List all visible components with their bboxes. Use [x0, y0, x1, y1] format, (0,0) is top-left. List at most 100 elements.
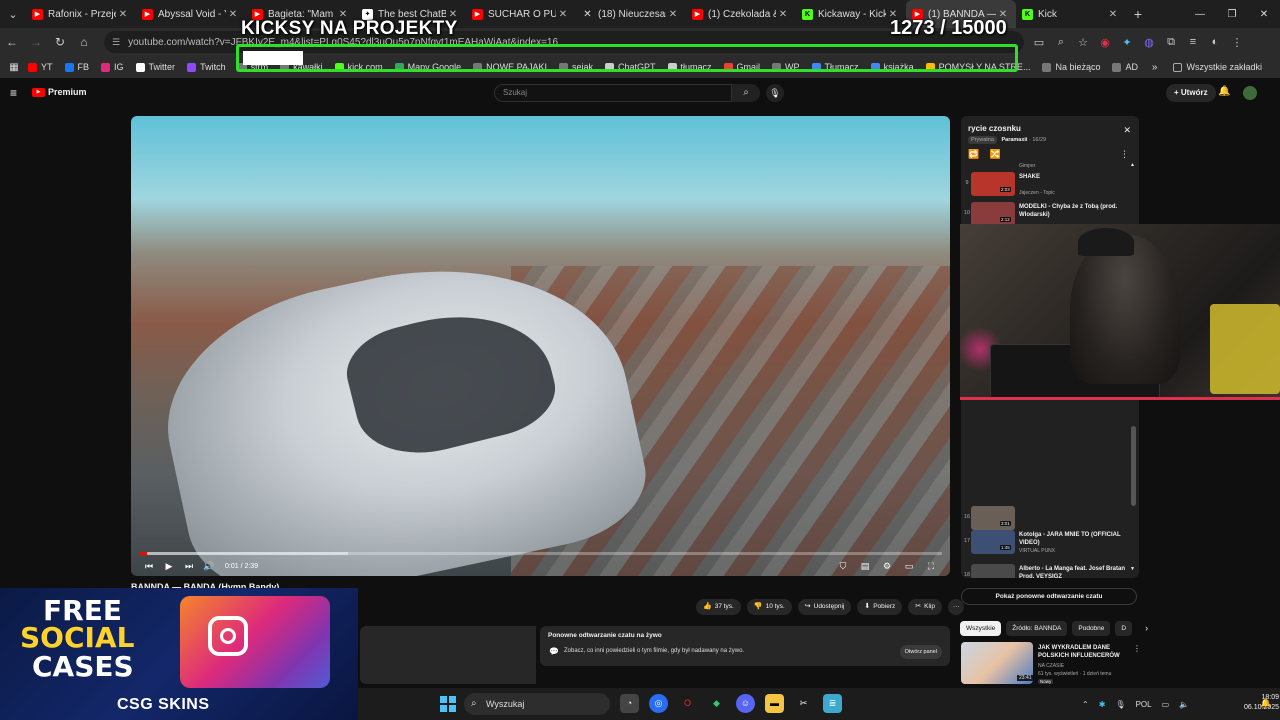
show-chat-replay-button[interactable]: Pokaż ponowne odtwarzanie czatu	[961, 588, 1137, 605]
download-button[interactable]: ⬇ Pobierz	[857, 599, 903, 615]
tab-5[interactable]: ✕(18) Nieuczesana✕	[576, 0, 686, 28]
description-box[interactable]	[360, 626, 536, 684]
extension-record-icon[interactable]: ◉	[1094, 36, 1116, 49]
forward-button[interactable]: →	[24, 35, 48, 49]
file-explorer-icon[interactable]: ▬	[765, 694, 784, 713]
playlist-owner[interactable]: Paramaxii	[1001, 137, 1027, 143]
zoom-icon[interactable]: ⌕	[1050, 36, 1072, 49]
hamburger-menu-icon[interactable]: ≡	[10, 86, 17, 100]
chrome-icon[interactable]: ◎	[649, 694, 668, 713]
browser-shield-icon[interactable]: ◆	[707, 694, 726, 713]
scroll-up-icon[interactable]: ▲	[1130, 162, 1135, 168]
tab-1[interactable]: ▶ Abyssal Void - Yo✕	[136, 0, 246, 28]
notepad-icon[interactable]: ≣	[823, 694, 842, 713]
bookmark-item[interactable]: Na bieżąco	[1042, 62, 1100, 72]
playlist-item-thumbnail[interactable]	[971, 172, 1015, 196]
bookmark-star-icon[interactable]: ☆	[1072, 36, 1094, 49]
clip-button[interactable]: ✂ Klip	[908, 599, 942, 615]
close-icon[interactable]: ✕	[1123, 125, 1131, 136]
bookmark-item[interactable]: AD	[1112, 62, 1138, 72]
share-button[interactable]: ↪ Udostępnij	[797, 599, 852, 615]
youtube-logo[interactable]: ▶ Premium	[32, 87, 87, 97]
tab-close-icon[interactable]: ✕	[1106, 9, 1120, 20]
playlist-item-thumbnail[interactable]	[971, 202, 1015, 226]
tray-expand-icon[interactable]: ⌃	[1082, 700, 1089, 709]
notifications-bell-icon[interactable]: 🔔	[1218, 86, 1230, 97]
minimize-button[interactable]: —	[1184, 9, 1216, 20]
new-tab-button[interactable]: +	[1126, 6, 1150, 22]
extension-translate-icon[interactable]: ✦	[1116, 36, 1138, 49]
chip-2[interactable]: Podobne	[1072, 620, 1111, 636]
taskbar-app-icon[interactable]: ◔	[620, 694, 639, 713]
back-button[interactable]: ←	[0, 35, 24, 49]
network-icon[interactable]: ▭	[1162, 700, 1170, 709]
subtitles-icon[interactable]: ▤	[854, 561, 876, 572]
extension-circle-icon[interactable]: ◍	[1138, 36, 1160, 49]
bookmark-item[interactable]: IG	[101, 62, 124, 72]
tab-close-icon[interactable]: ✕	[116, 9, 130, 20]
chip-3[interactable]: D	[1115, 620, 1133, 636]
media-controls-icon[interactable]: ≡	[1182, 36, 1204, 48]
search-button[interactable]: ⌕	[732, 84, 760, 102]
apps-grid-icon[interactable]: ▦	[0, 62, 28, 73]
recommended-more-icon[interactable]: ⋮	[1133, 644, 1141, 653]
chip-1[interactable]: Źródło: BANNDA	[1006, 620, 1068, 636]
like-button[interactable]: 👍 37 tys.	[696, 599, 741, 615]
previous-icon[interactable]: ⏮	[139, 561, 159, 572]
playlist-item-thumbnail[interactable]	[971, 530, 1015, 554]
playlist-item-thumbnail[interactable]	[971, 564, 1015, 578]
bluetooth-icon[interactable]: ✱	[1099, 700, 1106, 709]
theater-mode-icon[interactable]: ▭	[898, 561, 920, 572]
playlist-item-thumbnail[interactable]	[971, 506, 1015, 530]
playlist-item[interactable]: 9 2:03 SHAKE Jajeczen - Topic	[961, 170, 1131, 198]
tab-close-icon[interactable]: ✕	[226, 9, 240, 20]
more-bookmarks-icon[interactable]: »	[1152, 62, 1158, 73]
playlist-more-icon[interactable]: ⋮	[1120, 149, 1129, 160]
tab-4[interactable]: ▶ SUCHAR O PUCH✕	[466, 0, 576, 28]
playlist-item[interactable]: 182:05Alberto - La Manga feat. Josef Bra…	[961, 562, 1131, 578]
taskbar-search[interactable]: ⌕ Wyszukaj	[464, 693, 610, 715]
all-bookmarks-folder[interactable]: Wszystkie zakładki	[1173, 62, 1262, 72]
next-icon[interactable]: ⏭	[179, 561, 199, 572]
recommended-channel[interactable]: NA CZASIE	[1038, 663, 1064, 669]
play-icon[interactable]: ▶	[159, 561, 179, 572]
shuffle-icon[interactable]: 🔀	[990, 149, 1001, 159]
tab-close-icon[interactable]: ✕	[666, 9, 680, 20]
microphone-icon[interactable]: 🎙	[1115, 700, 1125, 709]
opera-icon[interactable]: O	[678, 694, 697, 713]
scroll-down-icon[interactable]: ▼	[1130, 566, 1135, 572]
open-panel-button[interactable]: Otwórz panel	[899, 645, 942, 659]
dislike-button[interactable]: 👎 10 tys.	[746, 599, 792, 615]
search-input[interactable]: Szukaj	[494, 84, 732, 102]
ad-block-shield-icon[interactable]: ⛉	[832, 561, 854, 572]
profile-icon[interactable]: ◐	[1204, 36, 1226, 48]
home-button[interactable]: ⌂	[72, 35, 96, 49]
browser-menu-icon[interactable]: ⋮	[1226, 36, 1248, 49]
bookmark-item[interactable]: FB	[64, 62, 89, 72]
create-button[interactable]: + Utwórz	[1166, 84, 1216, 102]
scrollbar-thumb[interactable]	[1131, 426, 1136, 506]
discord-icon[interactable]: ☺	[736, 694, 755, 713]
restore-button[interactable]: ❐	[1216, 9, 1248, 20]
tab-0[interactable]: ▶ Rafonix - Przejeba✕	[26, 0, 136, 28]
cast-icon[interactable]: ▭	[1028, 36, 1050, 49]
video-progress-bar[interactable]	[139, 552, 942, 555]
site-info-icon[interactable]: ☰	[112, 37, 120, 48]
tab-9[interactable]: K Kick ✕	[1016, 0, 1126, 28]
bookmark-item[interactable]: YT	[28, 62, 53, 72]
loop-icon[interactable]: 🔁	[968, 149, 979, 159]
recommended-video[interactable]: 23:41 JAK WYKRADLEM DANE POLSKICH INFLUE…	[961, 642, 1141, 688]
language-indicator[interactable]: POL	[1136, 700, 1152, 709]
fullscreen-icon[interactable]: ⛶	[920, 561, 942, 572]
tab-close-icon[interactable]: ✕	[776, 9, 790, 20]
chip-0[interactable]: Wszystkie	[960, 620, 1002, 636]
playlist-item[interactable]: 17 1:45 Kotolga - JARA MNIE TO (OFFICIAL V…	[961, 528, 1131, 556]
extensions-puzzle-icon[interactable]: ⧉	[1160, 36, 1182, 49]
bookmark-item[interactable]: Twitch	[187, 62, 226, 72]
bookmark-item[interactable]: Twitter	[135, 62, 175, 72]
capcut-icon[interactable]: ✂	[794, 694, 813, 713]
chevron-right-icon[interactable]: ›	[1145, 623, 1148, 633]
recommended-title[interactable]: JAK WYKRADLEM DANE POLSKICH INFLUENCERÓW	[1038, 644, 1128, 660]
close-window-button[interactable]: ✕	[1248, 9, 1280, 20]
speaker-icon[interactable]: 🔈	[1179, 700, 1189, 709]
